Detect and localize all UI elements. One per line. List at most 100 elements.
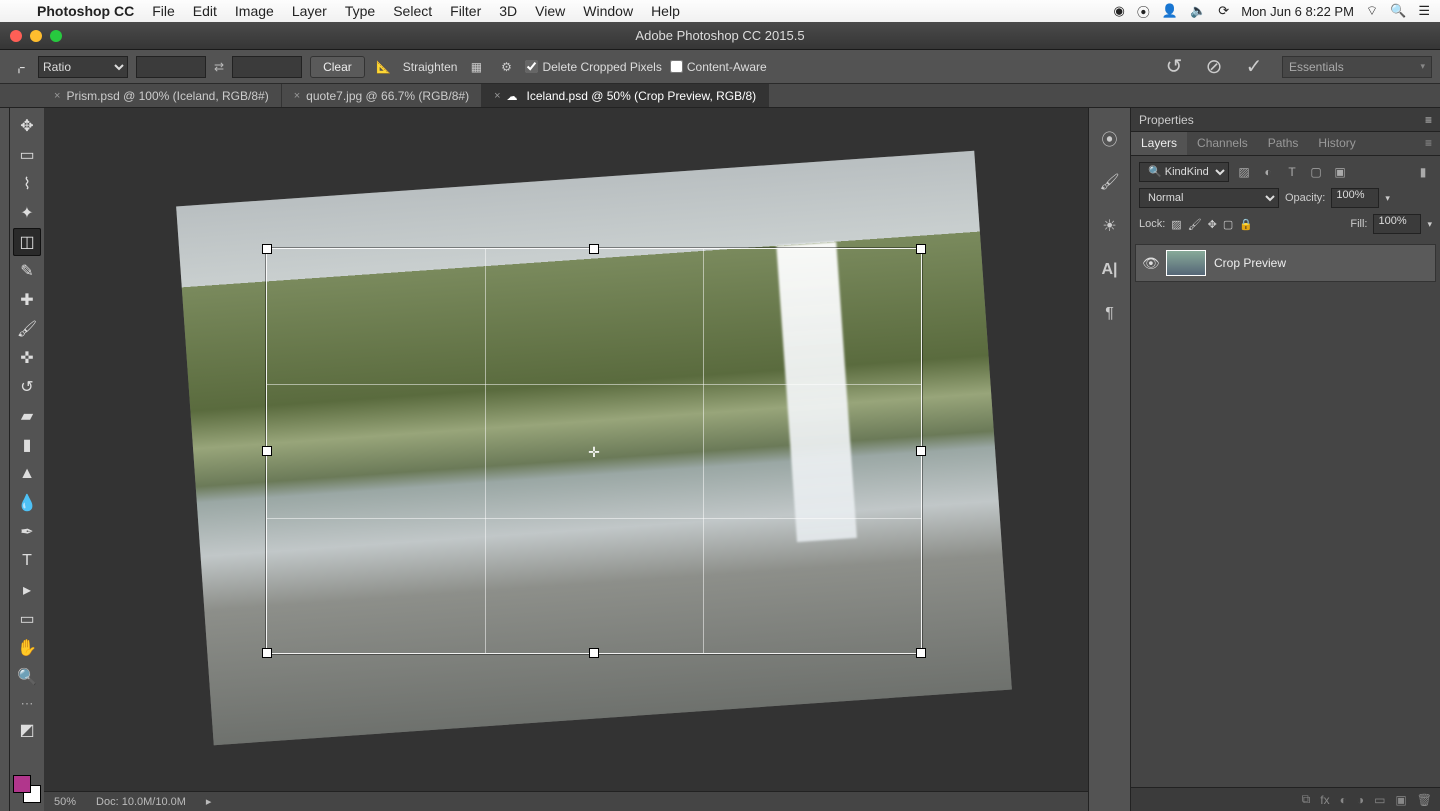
hand-tool[interactable]: ✋ bbox=[13, 634, 41, 662]
tab-history[interactable]: History bbox=[1308, 132, 1365, 155]
menu-layer[interactable]: Layer bbox=[283, 3, 336, 19]
sync-icon[interactable]: ⟳ bbox=[1218, 3, 1229, 19]
dock-adjustments-icon[interactable]: ☀ bbox=[1096, 212, 1124, 240]
filter-toggle-icon[interactable]: ▮ bbox=[1414, 165, 1432, 179]
link-layers-icon[interactable]: ⧉ bbox=[1302, 792, 1311, 807]
eyedropper-tool[interactable]: ✎ bbox=[13, 257, 41, 285]
layer-visibility-icon[interactable]: 👁 bbox=[1142, 255, 1158, 272]
menu-filter[interactable]: Filter bbox=[441, 3, 490, 19]
lock-position-icon[interactable]: ✥ bbox=[1208, 218, 1217, 231]
layer-filter-select[interactable]: 🔍 KindKind bbox=[1139, 162, 1229, 182]
type-tool[interactable]: T bbox=[13, 547, 41, 575]
status-icon[interactable]: ◉ bbox=[1114, 3, 1125, 19]
filter-type-icon[interactable]: T bbox=[1283, 165, 1301, 179]
layer-mask-icon[interactable]: ◐ bbox=[1340, 793, 1347, 807]
crop-handle-br[interactable] bbox=[916, 648, 926, 658]
reset-crop-icon[interactable]: ↺ bbox=[1162, 54, 1186, 79]
tab-paths[interactable]: Paths bbox=[1258, 132, 1309, 155]
menu-help[interactable]: Help bbox=[642, 3, 689, 19]
crop-handle-bc[interactable] bbox=[589, 648, 599, 658]
commit-crop-icon[interactable]: ✓ bbox=[1242, 54, 1266, 79]
straighten-icon[interactable]: 📐 bbox=[373, 56, 395, 78]
crop-box[interactable]: ✛ bbox=[266, 248, 922, 654]
menu-edit[interactable]: Edit bbox=[184, 3, 226, 19]
delete-cropped-checkbox[interactable]: Delete Cropped Pixels bbox=[525, 60, 661, 74]
content-aware-input[interactable] bbox=[670, 60, 683, 73]
quick-select-tool[interactable]: ✦ bbox=[13, 199, 41, 227]
shape-tool[interactable]: ▲ bbox=[13, 460, 41, 488]
zoom-tool[interactable]: 🔍 bbox=[13, 663, 41, 691]
pen-tool[interactable]: ✒ bbox=[13, 518, 41, 546]
dock-cc-icon[interactable]: ⦿ bbox=[1096, 124, 1124, 152]
menu-view[interactable]: View bbox=[526, 3, 574, 19]
content-aware-checkbox[interactable]: Content-Aware bbox=[670, 60, 767, 74]
menu-select[interactable]: Select bbox=[384, 3, 441, 19]
toolbar-collapse-strip[interactable] bbox=[0, 108, 10, 811]
eraser-tool[interactable]: ▰ bbox=[13, 402, 41, 430]
lock-artboard-icon[interactable]: ▢ bbox=[1223, 218, 1233, 231]
volume-icon[interactable]: 🔈 bbox=[1190, 3, 1206, 19]
lock-transparency-icon[interactable]: ▨ bbox=[1171, 218, 1181, 231]
crop-handle-mr[interactable] bbox=[916, 446, 926, 456]
panel-menu-icon[interactable]: ≡ bbox=[1417, 132, 1440, 155]
layer-name[interactable]: Crop Preview bbox=[1214, 256, 1286, 270]
crop-tool[interactable]: ◫ bbox=[13, 228, 41, 256]
clone-stamp-tool[interactable]: ✜ bbox=[13, 344, 41, 372]
spotlight-icon[interactable]: 🔍 bbox=[1390, 3, 1406, 19]
filter-adjust-icon[interactable]: ◐ bbox=[1259, 165, 1277, 179]
close-window[interactable] bbox=[10, 30, 22, 42]
clock[interactable]: Mon Jun 6 8:22 PM bbox=[1241, 4, 1354, 19]
crop-width-field[interactable] bbox=[136, 56, 206, 78]
tab-layers[interactable]: Layers bbox=[1131, 132, 1187, 155]
layer-row[interactable]: 👁 Crop Preview bbox=[1135, 244, 1436, 282]
new-adjustment-icon[interactable]: ◑ bbox=[1357, 793, 1364, 807]
fill-dropdown-icon[interactable]: ▾ bbox=[1427, 219, 1432, 230]
menu-window[interactable]: Window bbox=[574, 3, 642, 19]
menu-type[interactable]: Type bbox=[336, 3, 384, 19]
opacity-dropdown-icon[interactable]: ▾ bbox=[1385, 193, 1390, 204]
gradient-tool[interactable]: ▮ bbox=[13, 431, 41, 459]
straighten-label[interactable]: Straighten bbox=[403, 60, 458, 74]
clear-button[interactable]: Clear bbox=[310, 56, 365, 78]
layer-fx-icon[interactable]: fx bbox=[1320, 793, 1329, 807]
crop-options-gear-icon[interactable]: ⚙ bbox=[495, 56, 517, 78]
move-tool[interactable]: ✥ bbox=[13, 112, 41, 140]
filter-shape-icon[interactable]: ▢ bbox=[1307, 165, 1325, 179]
doc-tab[interactable]: × Prism.psd @ 100% (Iceland, RGB/8#) bbox=[42, 84, 282, 107]
history-brush-tool[interactable]: ↺ bbox=[13, 373, 41, 401]
close-tab-icon[interactable]: × bbox=[54, 90, 60, 102]
crop-handle-tl[interactable] bbox=[262, 244, 272, 254]
brush-tool[interactable]: 🖌 bbox=[13, 315, 41, 343]
zoom-level[interactable]: 50% bbox=[54, 796, 76, 808]
menu-file[interactable]: File bbox=[143, 3, 184, 19]
path-select-tool[interactable]: ▸ bbox=[13, 576, 41, 604]
new-layer-icon[interactable]: ▣ bbox=[1395, 793, 1406, 807]
crop-handle-ml[interactable] bbox=[262, 446, 272, 456]
filter-pixel-icon[interactable]: ▨ bbox=[1235, 165, 1253, 179]
menu-image[interactable]: Image bbox=[226, 3, 283, 19]
dock-brushes-icon[interactable]: 🖌 bbox=[1096, 168, 1124, 196]
crop-ratio-select[interactable]: Ratio bbox=[38, 56, 128, 78]
rectangle-tool[interactable]: ▭ bbox=[13, 605, 41, 633]
user-icon[interactable]: 👤 bbox=[1162, 3, 1178, 19]
close-tab-icon[interactable]: × bbox=[494, 90, 500, 102]
new-group-icon[interactable]: ▭ bbox=[1374, 793, 1385, 807]
foreground-swatch[interactable] bbox=[13, 775, 31, 793]
menu-3d[interactable]: 3D bbox=[490, 3, 526, 19]
blur-tool[interactable]: 💧 bbox=[13, 489, 41, 517]
dock-character-icon[interactable]: A| bbox=[1096, 256, 1124, 284]
wifi-icon[interactable]: ⌔ bbox=[1366, 3, 1378, 19]
doc-size[interactable]: Doc: 10.0M/10.0M bbox=[96, 796, 186, 808]
color-swatches[interactable] bbox=[13, 775, 41, 803]
workspace-switcher[interactable]: Essentials bbox=[1282, 56, 1432, 78]
opacity-value[interactable]: 100% bbox=[1331, 188, 1379, 208]
crop-handle-tr[interactable] bbox=[916, 244, 926, 254]
doc-tab-active[interactable]: × Iceland.psd @ 50% (Crop Preview, RGB/8… bbox=[482, 84, 769, 107]
patch-tool[interactable]: ✚ bbox=[13, 286, 41, 314]
cancel-crop-icon[interactable]: ⊘ bbox=[1202, 54, 1226, 79]
close-tab-icon[interactable]: × bbox=[294, 90, 300, 102]
canvas[interactable]: ✛ 50% Doc: 10.0M/10.0M ▸ bbox=[44, 108, 1088, 811]
dock-paragraph-icon[interactable]: ¶ bbox=[1096, 300, 1124, 328]
lock-pixels-icon[interactable]: 🖌 bbox=[1188, 218, 1202, 231]
blend-mode-select[interactable]: Normal bbox=[1139, 188, 1279, 208]
